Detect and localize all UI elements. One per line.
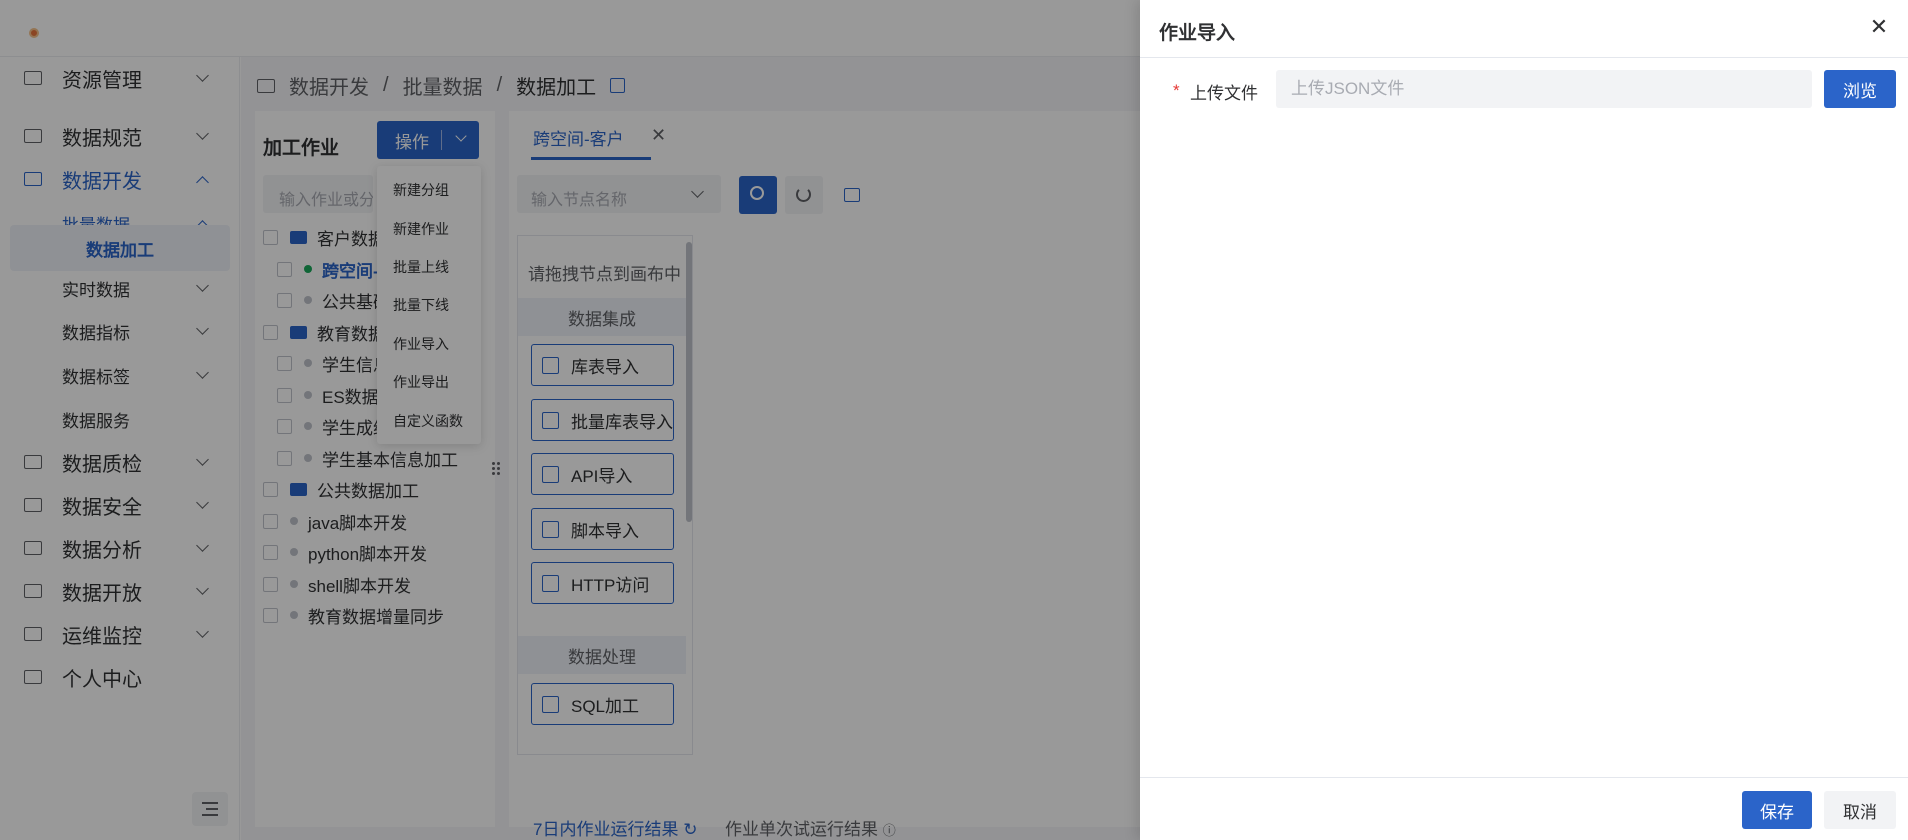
- upload-file-label: 上传文件: [1190, 84, 1258, 103]
- upload-file-input[interactable]: [1276, 70, 1812, 108]
- drawer-title: 作业导入: [1159, 23, 1236, 44]
- cancel-button[interactable]: 取消: [1824, 791, 1896, 829]
- save-button[interactable]: 保存: [1742, 791, 1812, 829]
- drawer-footer: 保存 取消: [1140, 777, 1908, 840]
- required-mark: *: [1173, 81, 1180, 100]
- job-import-drawer: 作业导入 ✕ * 上传文件 浏览 保存 取消: [1140, 0, 1908, 840]
- drawer-header: 作业导入 ✕: [1140, 0, 1908, 58]
- modal-overlay[interactable]: [0, 0, 1140, 840]
- close-icon[interactable]: ✕: [1866, 14, 1892, 40]
- browse-button[interactable]: 浏览: [1824, 70, 1896, 108]
- app-root: 资源管理 数据规范 数据开发 批量数据 数据加工 实时数据 数据指标 数据标签 …: [0, 0, 1908, 840]
